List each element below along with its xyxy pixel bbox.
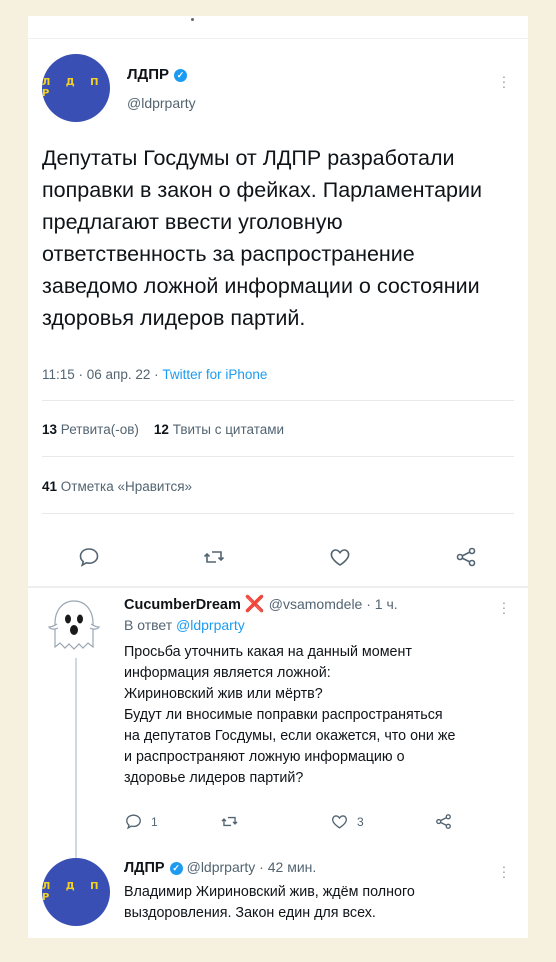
retweet-button[interactable] [200,543,228,571]
reply-author-handle: @vsamomdele · 1 ч. [268,596,398,612]
likes-count: 41 [42,479,58,494]
ldpr-logo: Л Д П Р [42,881,105,903]
reply-action-bar: 1 3 [124,812,484,836]
more-icon[interactable]: · · · [501,859,507,883]
reply-icon [126,814,141,830]
tweet-text: Депутаты Госдумы от ЛДПР разработали поп… [42,146,483,330]
reply-text-line: на депутатов Госдумы, если окажется, что… [124,728,456,744]
tweet-source[interactable]: Twitter for iPhone [162,367,267,382]
reply-icon [79,548,99,567]
like-count: 3 [357,814,364,829]
ldpr-logo: Л Д П Р [42,77,105,99]
reply-author[interactable]: CucumberDream ❌ @vsamomdele · 1 ч. [124,594,398,614]
reply-button[interactable] [75,543,103,571]
thread-line [75,658,77,858]
reply-author[interactable]: ЛДПР ✓ @ldprparty · 42 мин. [124,859,316,876]
share-icon [456,547,476,567]
reply-text-line: Просьба уточнить какая на данный момент [124,644,412,660]
share-button[interactable] [452,543,480,571]
reply-text-line: выздоровления. Закон един для всех. [124,905,376,921]
retweet-stats[interactable]: 13 Ретвита(-ов) 12 Твиты с цитатами [42,422,284,437]
retweet-icon [221,816,238,827]
reply-to-line: В ответ @ldprparty [124,617,245,633]
verified-icon: ✓ [169,862,183,875]
reply-author-name: CucumberDream [124,597,241,613]
thread-separator [28,586,528,588]
reply-author-name: ЛДПР [124,860,165,876]
like-button[interactable] [326,543,354,571]
author-name[interactable]: ЛДПР ✓ [127,66,187,83]
tweet-timestamp[interactable]: 11:15 · 06 апр. 22 · [42,367,162,382]
quotes-label[interactable]: Твиты с цитатами [173,422,284,437]
quotes-count: 12 [153,422,169,437]
like-icon [330,549,350,566]
more-icon[interactable]: · · · [501,69,507,93]
tweet-page: Л Д П Р ЛДПР ✓ @ldprparty · · · Депутаты Го… [28,16,528,938]
avatar[interactable]: Л Д П Р [42,54,110,122]
reply-text-line: Жириновский жив или мёртв? [124,686,323,702]
share-icon [436,814,451,829]
divider [42,513,514,514]
author-display-name: ЛДПР [127,66,169,83]
top-divider [28,16,528,39]
more-icon[interactable]: · · · [501,595,507,619]
reply-to-mention[interactable]: @ldprparty [176,617,245,633]
reply-count: 1 [151,814,158,829]
reply-text-line: Будут ли вносимые поправки распространят… [124,707,443,723]
avatar[interactable]: Л Д П Р [42,858,110,926]
verified-icon: ✓ [174,69,187,82]
likes-label: Отметка «Нравится» [60,479,193,494]
tweet-meta: 11:15 · 06 апр. 22 · Twitter for iPhone [42,367,267,382]
reply-text-line: здоровье лидеров партий? [124,770,304,786]
retweet-button[interactable] [220,812,239,831]
likes-stats[interactable]: 41 Отметка «Нравится» [42,479,192,494]
divider [42,400,514,401]
divider [42,456,514,457]
reply-text: Просьба уточнить какая на данный момент … [124,642,519,789]
reply-text-line: информация является ложной: [124,665,331,681]
author-handle[interactable]: @ldprparty [127,95,196,111]
retweets-label: Ретвита(-ов) [60,422,139,437]
like-icon [332,815,347,829]
cross-mark-icon: ❌ [244,596,265,613]
tweet-action-bar [28,529,528,585]
like-button[interactable]: 3 [330,812,364,831]
share-button[interactable] [434,812,453,831]
reply-author-handle: @ldprparty · 42 мин. [186,859,317,875]
retweet-icon [203,551,225,563]
ghost-avatar[interactable] [46,598,102,656]
reply-text-line: и распространяют ложную информацию о [124,749,405,765]
retweets-count: 13 [42,422,58,437]
reply-button[interactable]: 1 [124,812,158,831]
reply-to-prefix: В ответ [124,617,177,633]
reply-text: Владимир Жириновский жив, ждём полного в… [124,882,519,924]
reply-text-line: Владимир Жириновский жив, ждём полного [124,884,415,900]
